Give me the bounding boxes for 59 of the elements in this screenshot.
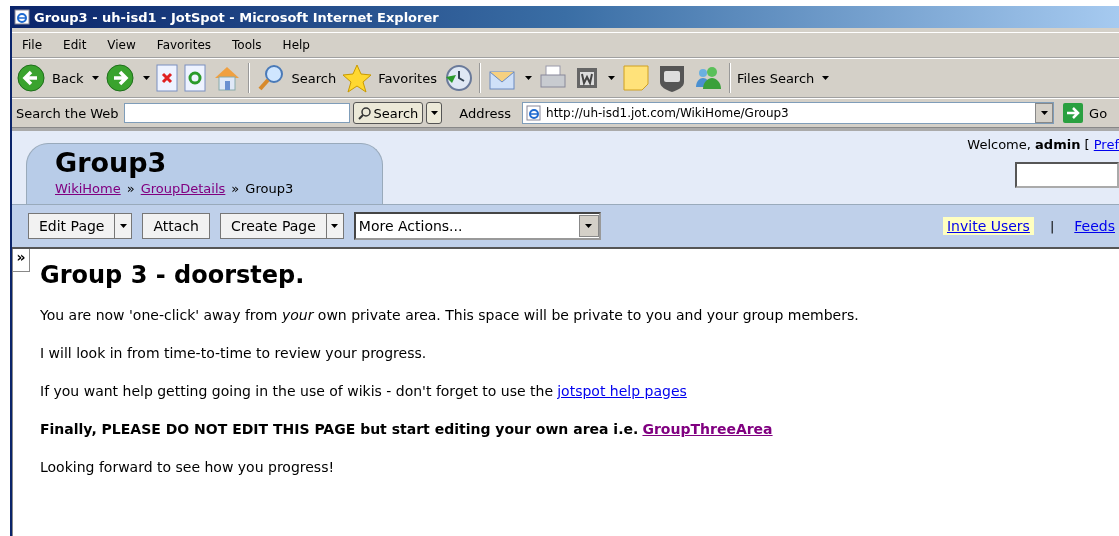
menu-item[interactable]: Favorites [156, 38, 212, 52]
paragraph: Looking forward to see how you progress! [40, 459, 335, 475]
menu-item[interactable]: View [107, 38, 136, 52]
caret-icon[interactable] [142, 76, 150, 80]
page-heading: Group 3 - doorstep. [40, 261, 306, 289]
address-field[interactable]: http://uh-isd1.jot.com/WikiHome/Group3 [522, 102, 1055, 124]
breadcrumb-separator: » [126, 181, 135, 196]
address-label: Address [459, 105, 512, 121]
caret-icon[interactable] [607, 76, 615, 80]
search-button[interactable]: Search [352, 102, 424, 124]
welcome-text: Welcome, admin [ [967, 137, 1090, 152]
toolbar-label[interactable]: Files Search [736, 70, 815, 86]
caret-icon [119, 224, 127, 228]
page-title: Group3 [55, 148, 168, 178]
search-field[interactable] [1015, 162, 1119, 188]
breadcrumb-separator: » [231, 181, 240, 196]
header-link[interactable]: Feeds [1070, 217, 1119, 235]
breadcrumb-link[interactable]: WikiHome [55, 181, 121, 196]
paragraph: I will look in from time-to-time to review your progress. [40, 345, 427, 361]
text-link[interactable]: GroupThreeArea [642, 421, 773, 437]
menu-item[interactable]: Help [282, 38, 310, 52]
search-label: Search the Web [16, 105, 119, 121]
caret-icon[interactable] [524, 76, 532, 80]
action-button[interactable]: Attach [143, 214, 209, 238]
star-icon[interactable] [342, 63, 373, 93]
toolbar-label[interactable]: Back [52, 70, 84, 86]
stop-icon[interactable] [155, 64, 178, 92]
caret-icon [430, 111, 438, 115]
menu-item[interactable]: Tools [232, 38, 262, 52]
toolbar-label[interactable]: Search [291, 70, 337, 86]
menu-item[interactable]: File [22, 38, 43, 52]
refresh-icon[interactable] [183, 64, 206, 92]
more-actions-select[interactable]: More Actions... [353, 212, 601, 240]
page-icon [526, 105, 543, 121]
toolbar-label[interactable]: Favorites [378, 70, 437, 86]
caret-icon[interactable] [91, 76, 99, 80]
paragraph: You are now 'one-click' away from your own private area. This space will be private to you and your group members. [40, 307, 859, 323]
sidebar-toggle[interactable]: » [13, 249, 30, 272]
window-title: Group3 - uh-isd1 - JotSpot - Microsoft Internet Explorer [34, 9, 439, 25]
caret-icon[interactable] [822, 76, 830, 80]
breadcrumb-current: Group3 [245, 181, 294, 196]
web-search-field[interactable] [123, 103, 350, 123]
caret-icon [1040, 111, 1048, 115]
menu-item[interactable]: Edit [63, 38, 87, 52]
go-button[interactable]: Go [1063, 103, 1108, 123]
header-link[interactable]: Invite Users [942, 217, 1034, 235]
breadcrumb-link[interactable]: GroupDetails [140, 181, 226, 196]
caret-icon [331, 224, 339, 228]
search-dropdown-button[interactable] [426, 102, 443, 124]
text-link[interactable]: jotspot help pages [557, 383, 687, 399]
search-icon [357, 106, 372, 120]
caret-icon [585, 224, 593, 228]
back-icon[interactable] [16, 63, 46, 93]
preferences-link[interactable]: Pref [1093, 137, 1119, 152]
forward-icon[interactable] [104, 63, 135, 93]
paragraph: If you want help getting going in the use of wikis - don't forget to use the [40, 383, 554, 399]
paragraph: Finally, PLEASE DO NOT EDIT THIS PAGE but start editing your own area i.e. [40, 421, 639, 437]
link-separator: | [1049, 218, 1055, 234]
browser-logo-icon [14, 9, 30, 25]
